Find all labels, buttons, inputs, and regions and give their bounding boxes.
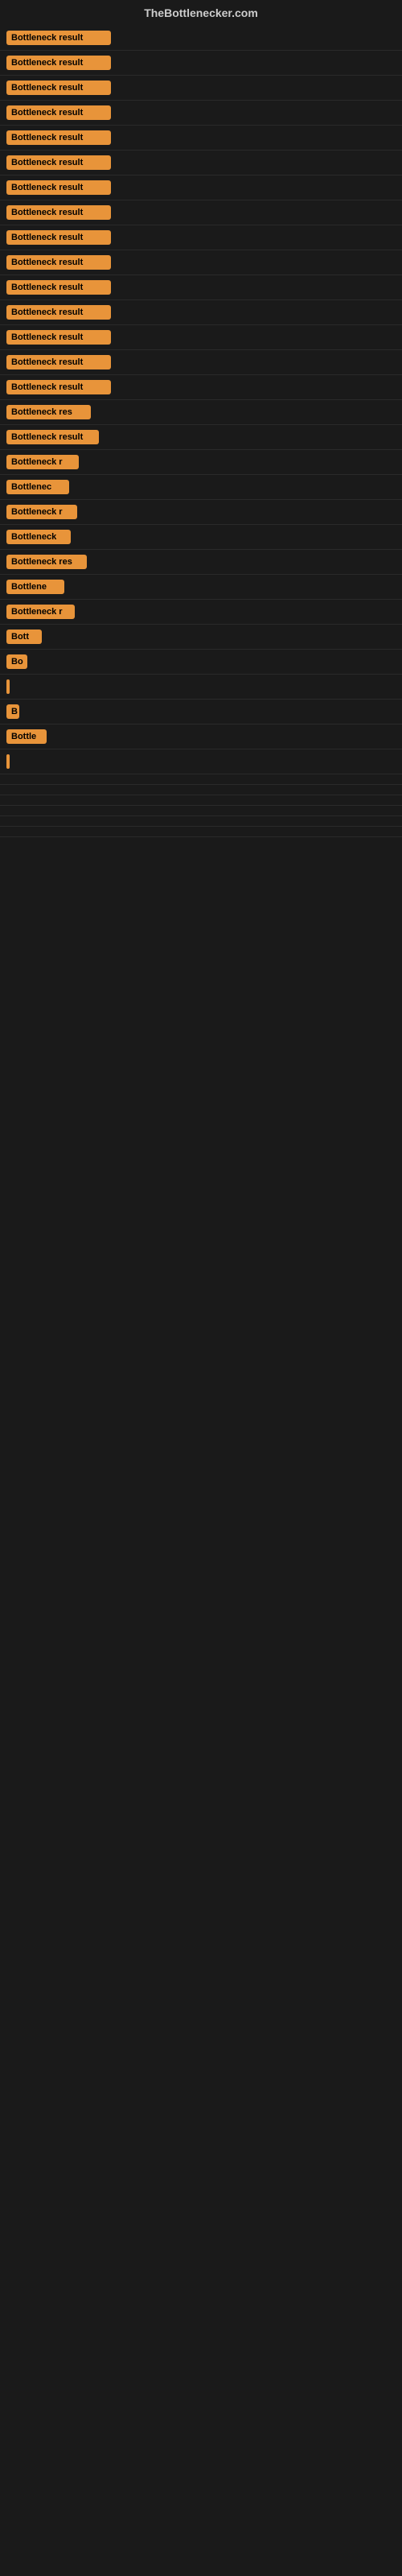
thin-bar xyxy=(6,679,10,694)
bottleneck-badge[interactable]: Bottleneck res xyxy=(6,405,91,419)
list-item: Bottleneck result xyxy=(0,76,402,101)
list-item: Bottleneck xyxy=(0,525,402,550)
bottleneck-badge[interactable]: Bo xyxy=(6,654,27,669)
list-item: Bottleneck result xyxy=(0,51,402,76)
bottleneck-badge[interactable]: Bottleneck result xyxy=(6,31,111,45)
bottleneck-badge[interactable]: Bottleneck res xyxy=(6,555,87,569)
list-item: Bott xyxy=(0,625,402,650)
list-item: Bottleneck r xyxy=(0,500,402,525)
list-item: Bottleneck result xyxy=(0,175,402,200)
list-item xyxy=(0,675,402,700)
items-container: Bottleneck result Bottleneck result Bottle… xyxy=(0,23,402,840)
bottleneck-badge[interactable]: Bottleneck result xyxy=(6,105,111,120)
list-item: Bottleneck r xyxy=(0,450,402,475)
list-item xyxy=(0,827,402,837)
bottleneck-badge[interactable]: Bottlene xyxy=(6,580,64,594)
bottleneck-badge[interactable]: Bottleneck result xyxy=(6,80,111,95)
header: TheBottlenecker.com xyxy=(0,0,402,23)
bottleneck-badge[interactable]: Bottleneck result xyxy=(6,255,111,270)
list-item: Bottleneck result xyxy=(0,300,402,325)
list-item: Bottleneck result xyxy=(0,350,402,375)
bottleneck-badge[interactable]: Bottleneck result xyxy=(6,280,111,295)
list-item: Bottleneck result xyxy=(0,375,402,400)
list-item xyxy=(0,749,402,774)
list-item: Bottleneck res xyxy=(0,550,402,575)
list-item xyxy=(0,795,402,806)
list-item xyxy=(0,785,402,795)
list-item: Bottleneck result xyxy=(0,200,402,225)
bottleneck-badge[interactable]: Bottleneck r xyxy=(6,605,75,619)
list-item: Bottleneck result xyxy=(0,225,402,250)
list-item: Bottle xyxy=(0,724,402,749)
thin-bar xyxy=(6,754,10,769)
list-item: B xyxy=(0,700,402,724)
bottleneck-badge[interactable]: B xyxy=(6,704,19,719)
list-item: Bottleneck res xyxy=(0,400,402,425)
bottleneck-badge[interactable]: Bottleneck r xyxy=(6,505,77,519)
bottleneck-badge[interactable]: Bottleneck result xyxy=(6,305,111,320)
list-item xyxy=(0,774,402,785)
bottleneck-badge[interactable]: Bottleneck result xyxy=(6,205,111,220)
bottleneck-badge[interactable]: Bottleneck r xyxy=(6,455,79,469)
list-item: Bottlenec xyxy=(0,475,402,500)
list-item: Bo xyxy=(0,650,402,675)
list-item: Bottleneck result xyxy=(0,250,402,275)
bottleneck-badge[interactable]: Bottleneck xyxy=(6,530,71,544)
bottleneck-badge[interactable]: Bottleneck result xyxy=(6,355,111,369)
bottleneck-badge[interactable]: Bott xyxy=(6,630,42,644)
list-item: Bottleneck result xyxy=(0,26,402,51)
list-item: Bottleneck r xyxy=(0,600,402,625)
bottleneck-badge[interactable]: Bottle xyxy=(6,729,47,744)
bottleneck-badge[interactable]: Bottleneck result xyxy=(6,430,99,444)
list-item: Bottleneck result xyxy=(0,101,402,126)
list-item: Bottlene xyxy=(0,575,402,600)
list-item: Bottleneck result xyxy=(0,151,402,175)
bottleneck-badge[interactable]: Bottlenec xyxy=(6,480,69,494)
bottleneck-badge[interactable]: Bottleneck result xyxy=(6,180,111,195)
bottleneck-badge[interactable]: Bottleneck result xyxy=(6,380,111,394)
list-item xyxy=(0,816,402,827)
list-item: Bottleneck result xyxy=(0,325,402,350)
site-title: TheBottlenecker.com xyxy=(144,6,258,19)
list-item: Bottleneck result xyxy=(0,126,402,151)
list-item: Bottleneck result xyxy=(0,425,402,450)
list-item: Bottleneck result xyxy=(0,275,402,300)
bottleneck-badge[interactable]: Bottleneck result xyxy=(6,330,111,345)
bottleneck-badge[interactable]: Bottleneck result xyxy=(6,230,111,245)
bottleneck-badge[interactable]: Bottleneck result xyxy=(6,56,111,70)
bottleneck-badge[interactable]: Bottleneck result xyxy=(6,155,111,170)
list-item xyxy=(0,806,402,816)
bottleneck-badge[interactable]: Bottleneck result xyxy=(6,130,111,145)
